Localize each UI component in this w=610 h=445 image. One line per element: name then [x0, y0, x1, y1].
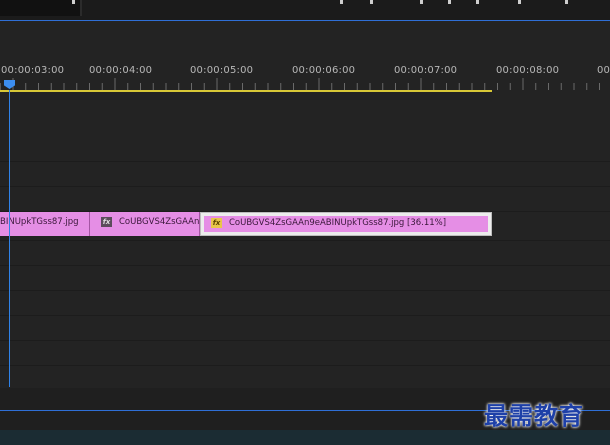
fx-badge-icon: fx [211, 218, 222, 228]
timecode-label: 00 [597, 65, 610, 76]
clip-label: CoUBGVS4ZsGAAn9eABINUpkTGss87.jpg [36.11… [229, 218, 447, 228]
track-divider [0, 161, 610, 162]
top-panel-strip [0, 0, 610, 20]
video-clip-selected[interactable]: fx CoUBGVS4ZsGAAn9eABINUpkTGss87.jpg [36… [200, 212, 492, 236]
track-divider [0, 340, 610, 341]
track-divider [0, 265, 610, 266]
track-area[interactable] [0, 94, 610, 388]
track-divider [0, 315, 610, 316]
header-tick [476, 0, 479, 4]
header-separator [80, 0, 82, 16]
timecode-label: 00:00:05:00 [190, 65, 254, 76]
timecode-label: 00:00:06:00 [292, 65, 356, 76]
work-area-bar[interactable] [0, 90, 492, 92]
bottom-band [0, 430, 610, 445]
header-tick [448, 0, 451, 4]
playhead-line[interactable] [9, 90, 10, 387]
header-tick [565, 0, 568, 4]
header-tick [518, 0, 521, 4]
video-clip[interactable]: fx CoUBGVS4ZsGAAn [90, 212, 200, 236]
timecode-label: 00:00:08:00 [496, 65, 560, 76]
timecode-label: 00:00:07:00 [394, 65, 458, 76]
track-divider [0, 365, 610, 366]
header-tick [72, 0, 75, 4]
timecode-label: 00:00:04:00 [89, 65, 153, 76]
clip-label: CoUBGVS4ZsGAAn [119, 217, 200, 227]
fx-badge-icon: fx [101, 217, 112, 227]
watermark: 最需教育 [484, 401, 584, 430]
header-tick [420, 0, 423, 4]
clip-label: BINUpkTGss87.jpg [0, 217, 79, 227]
header-tick [340, 0, 343, 4]
header-tick [370, 0, 373, 4]
track-divider [0, 240, 610, 241]
timecode-label: 00:00:03:00 [1, 65, 65, 76]
track-divider [0, 290, 610, 291]
video-clip[interactable]: BINUpkTGss87.jpg [0, 212, 90, 236]
track-divider [0, 186, 610, 187]
header-block [0, 0, 80, 16]
